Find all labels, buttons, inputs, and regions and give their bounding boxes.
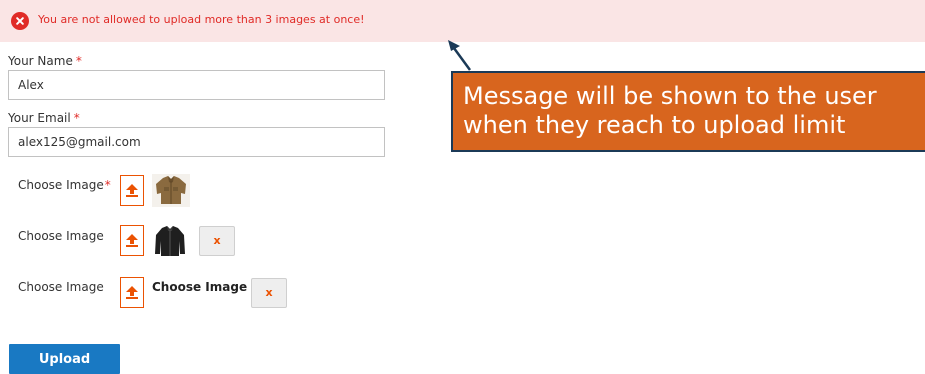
name-label: Your Name * bbox=[8, 54, 82, 68]
brown-jacket-thumbnail bbox=[152, 174, 190, 207]
error-message-text: You are not allowed to upload more than … bbox=[38, 13, 365, 26]
choose-image-file-text: Choose Image bbox=[152, 280, 248, 294]
choose-image-label: Choose Image bbox=[18, 280, 104, 294]
upload-submit-button[interactable]: Upload bbox=[9, 344, 120, 374]
email-input[interactable] bbox=[8, 127, 385, 157]
choose-image-label: Choose Image bbox=[18, 229, 104, 243]
annotation-callout: Message will be shown to the user when t… bbox=[451, 71, 925, 152]
name-input[interactable] bbox=[8, 70, 385, 100]
upload-icon bbox=[126, 184, 138, 197]
annotation-arrow-icon bbox=[448, 40, 472, 71]
upload-image-button[interactable] bbox=[120, 225, 144, 256]
upload-icon bbox=[126, 286, 138, 299]
upload-icon bbox=[126, 234, 138, 247]
error-icon bbox=[11, 12, 29, 30]
annotation-line-2: when they reach to upload limit bbox=[463, 111, 846, 139]
required-marker: * bbox=[75, 54, 82, 68]
choose-image-label: Choose Image* bbox=[18, 178, 111, 192]
upload-image-button[interactable] bbox=[120, 277, 144, 308]
required-marker: * bbox=[73, 111, 80, 125]
remove-image-button[interactable]: x bbox=[251, 278, 287, 308]
annotation-line-1: Message will be shown to the user bbox=[463, 82, 877, 110]
upload-image-button[interactable] bbox=[120, 175, 144, 206]
required-marker: * bbox=[104, 178, 111, 192]
annotation-text: Message will be shown to the user when t… bbox=[463, 82, 877, 140]
black-jacket-thumbnail bbox=[152, 225, 188, 257]
email-label: Your Email * bbox=[8, 111, 80, 125]
remove-image-button[interactable]: x bbox=[199, 226, 235, 256]
